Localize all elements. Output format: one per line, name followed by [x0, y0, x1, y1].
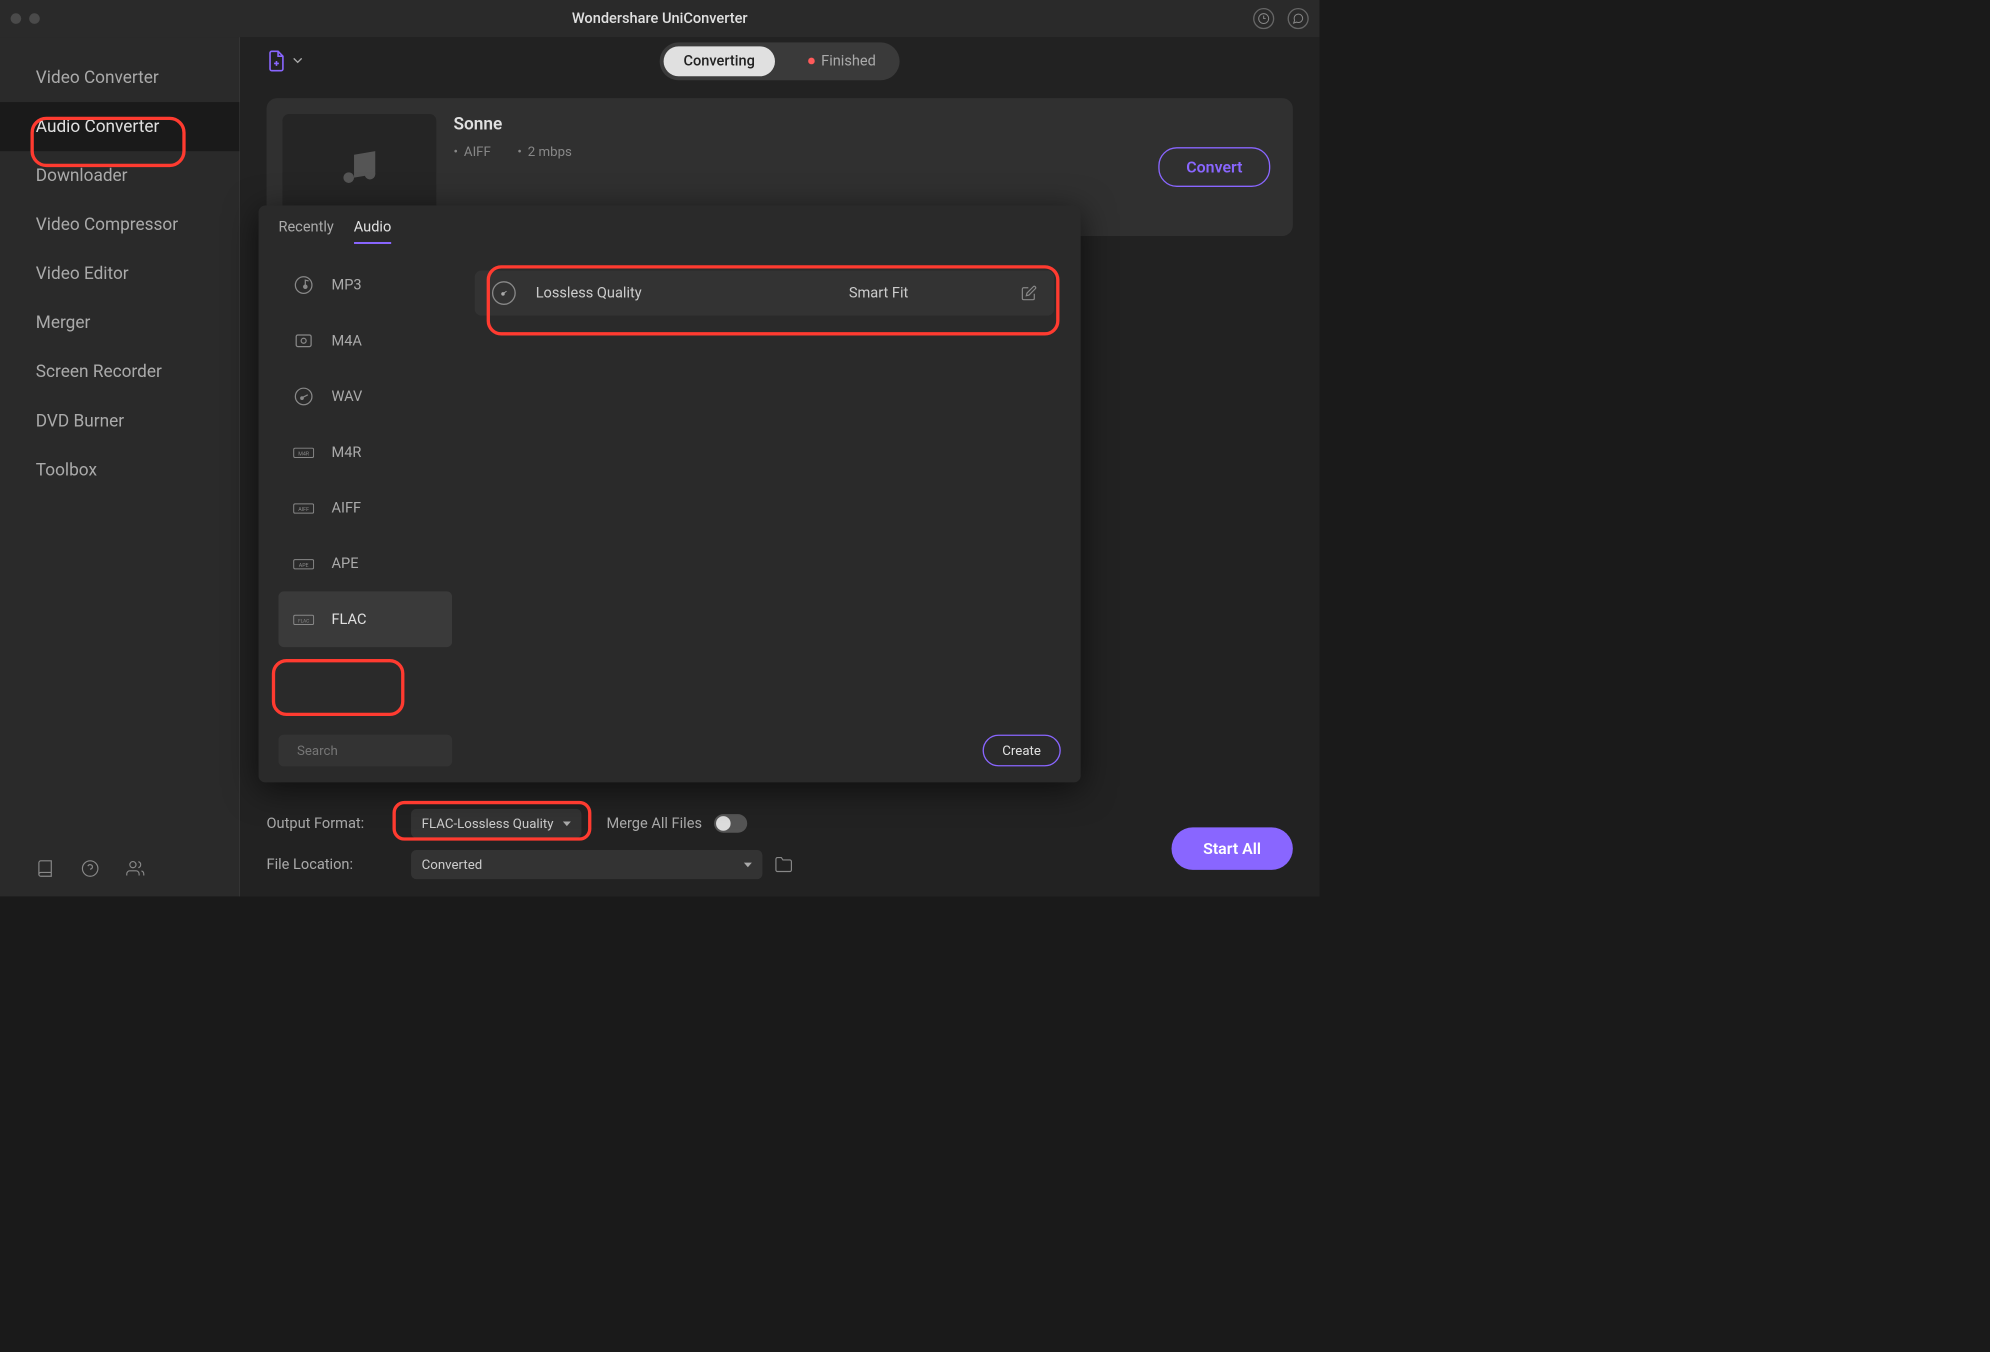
- popup-tab-recently[interactable]: Recently: [278, 219, 333, 244]
- sidebar-item-audio-converter[interactable]: Audio Converter: [0, 102, 239, 151]
- format-label: M4A: [332, 332, 362, 349]
- popup-tab-audio[interactable]: Audio: [354, 219, 392, 244]
- sidebar-item-video-compressor[interactable]: Video Compressor: [0, 200, 239, 249]
- guide-icon[interactable]: [36, 859, 55, 878]
- create-preset-button[interactable]: Create: [982, 735, 1060, 767]
- quality-fit: Smart Fit: [849, 285, 908, 302]
- convert-button[interactable]: Convert: [1158, 147, 1270, 187]
- file-title: Sonne: [453, 114, 1141, 134]
- m4a-icon: [292, 329, 316, 353]
- format-item-ape[interactable]: APE APE: [278, 536, 452, 592]
- edit-icon[interactable]: [1021, 285, 1037, 301]
- format-list[interactable]: MP3 M4A WAV M4R M4R AIFF AIFF: [278, 257, 452, 717]
- file-meta: AIFF 2 mbps: [453, 143, 1141, 159]
- open-folder-button[interactable]: [774, 855, 793, 874]
- tab-finished-label: Finished: [821, 53, 876, 70]
- file-bitrate: 2 mbps: [517, 143, 572, 159]
- toggle-knob: [716, 816, 731, 831]
- community-icon[interactable]: [126, 859, 145, 878]
- account-icon[interactable]: [1253, 8, 1274, 29]
- flac-icon: FLAC: [292, 607, 316, 631]
- ape-icon: APE: [292, 552, 316, 576]
- format-label: WAV: [332, 388, 363, 405]
- quality-icon: [492, 281, 516, 305]
- svg-text:FLAC: FLAC: [298, 619, 309, 625]
- popup-footer: Create: [259, 724, 1081, 782]
- format-label: APE: [332, 555, 359, 572]
- format-label: AIFF: [332, 500, 362, 517]
- svg-text:M4R: M4R: [298, 451, 310, 457]
- chevron-down-icon: [744, 862, 752, 867]
- main-header: Converting Finished: [240, 37, 1319, 85]
- merge-all-label: Merge All Files: [607, 815, 702, 832]
- output-format-select[interactable]: FLAC-Lossless Quality: [411, 809, 581, 838]
- sidebar-item-video-editor[interactable]: Video Editor: [0, 249, 239, 298]
- quality-option-lossless[interactable]: Lossless Quality Smart Fit: [475, 271, 1054, 316]
- main-tabs: Converting Finished: [660, 42, 900, 80]
- window-title: Wondershare UniConverter: [572, 10, 748, 27]
- sidebar-item-downloader[interactable]: Downloader: [0, 151, 239, 200]
- sidebar-item-screen-recorder[interactable]: Screen Recorder: [0, 347, 239, 396]
- sidebar-item-dvd-burner[interactable]: DVD Burner: [0, 396, 239, 445]
- aiff-icon: AIFF: [292, 496, 316, 520]
- tab-converting[interactable]: Converting: [664, 46, 775, 76]
- output-format-value: FLAC-Lossless Quality: [422, 815, 554, 831]
- popup-tabs: Recently Audio: [259, 206, 1081, 244]
- file-info: Sonne AIFF 2 mbps: [453, 114, 1141, 159]
- format-label: M4R: [332, 444, 362, 461]
- format-item-aiff[interactable]: AIFF AIFF: [278, 480, 452, 536]
- titlebar: Wondershare UniConverter: [0, 0, 1319, 37]
- feedback-icon[interactable]: [1288, 8, 1309, 29]
- minimize-window-button[interactable]: [29, 13, 40, 24]
- format-label: FLAC: [332, 611, 367, 628]
- format-item-flac[interactable]: FLAC FLAC: [278, 591, 452, 647]
- chevron-down-icon: [563, 821, 571, 826]
- file-location-select[interactable]: Converted: [411, 850, 762, 879]
- file-thumbnail[interactable]: [282, 114, 436, 220]
- sidebar-item-toolbox[interactable]: Toolbox: [0, 446, 239, 495]
- quality-label: Lossless Quality: [536, 285, 642, 302]
- sidebar-item-merger[interactable]: Merger: [0, 298, 239, 347]
- file-source-format: AIFF: [453, 143, 490, 159]
- file-location-label: File Location:: [267, 856, 400, 873]
- format-item-m4a[interactable]: M4A: [278, 313, 452, 369]
- window-controls: [11, 13, 40, 24]
- sidebar: Video Converter Audio Converter Download…: [0, 37, 240, 896]
- m4r-icon: M4R: [292, 440, 316, 464]
- svg-text:APE: APE: [299, 563, 309, 569]
- format-popup: Recently Audio MP3 M4A WAV M4R: [259, 206, 1081, 783]
- format-item-m4r[interactable]: M4R M4R: [278, 424, 452, 480]
- format-search-box[interactable]: [278, 735, 452, 767]
- bottom-bar: Output Format: FLAC-Lossless Quality Mer…: [240, 798, 1319, 896]
- format-item-mp3[interactable]: MP3: [278, 257, 452, 313]
- app-window: Wondershare UniConverter Video Converter…: [0, 0, 1319, 896]
- format-search-input[interactable]: [297, 743, 465, 759]
- chevron-down-icon: [293, 58, 302, 65]
- add-file-button[interactable]: [267, 50, 303, 73]
- tab-finished[interactable]: Finished: [788, 46, 896, 76]
- close-window-button[interactable]: [11, 13, 22, 24]
- svg-text:AIFF: AIFF: [298, 507, 309, 513]
- finished-indicator-icon: [808, 58, 815, 65]
- output-format-label: Output Format:: [267, 815, 400, 832]
- merge-all-toggle[interactable]: [714, 814, 747, 833]
- format-label: MP3: [332, 277, 362, 294]
- sidebar-item-video-converter[interactable]: Video Converter: [0, 53, 239, 102]
- format-item-wav[interactable]: WAV: [278, 369, 452, 425]
- help-icon[interactable]: [81, 859, 100, 878]
- mp3-icon: [292, 273, 316, 297]
- quality-panel: Lossless Quality Smart Fit: [468, 257, 1061, 717]
- wav-icon: [292, 385, 316, 409]
- file-location-value: Converted: [422, 857, 483, 873]
- start-all-button[interactable]: Start All: [1171, 827, 1293, 869]
